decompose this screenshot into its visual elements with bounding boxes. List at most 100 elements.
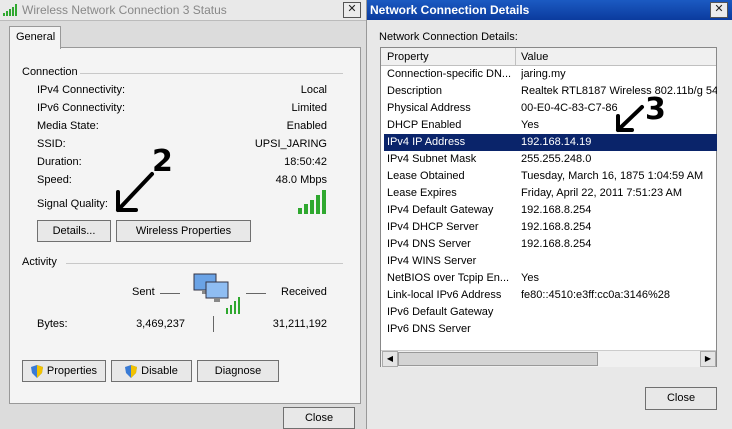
properties-button[interactable]: Properties — [22, 360, 106, 382]
status-window: Wireless Network Connection 3 Status ✕ G… — [0, 0, 367, 429]
value-cell: Tuesday, March 16, 1875 1:04:59 AM — [521, 170, 704, 182]
list-item[interactable]: DHCP Enabled Yes — [384, 117, 717, 134]
details-button[interactable]: Details... — [37, 220, 111, 242]
property-cell: IPv4 Default Gateway — [387, 204, 494, 216]
shield-icon — [30, 364, 43, 378]
ssid-label: SSID: — [37, 138, 66, 150]
media-state-label: Media State: — [37, 120, 99, 132]
ssid-value: UPSI_JARING — [254, 138, 327, 150]
column-header-value[interactable]: Value — [521, 51, 548, 63]
disable-button[interactable]: Disable — [111, 360, 192, 382]
list-item[interactable]: IPv4 Default Gateway 192.168.8.254 — [384, 202, 717, 219]
scroll-left-button[interactable]: ◀ — [382, 351, 398, 367]
property-cell: IPv4 DNS Server — [387, 238, 471, 250]
activity-divider — [66, 263, 343, 264]
activity-heading: Activity — [22, 256, 57, 268]
value-cell: 192.168.8.254 — [521, 221, 592, 233]
property-cell: IPv4 WINS Server — [387, 255, 477, 267]
sent-line — [160, 293, 180, 294]
value-cell: Realtek RTL8187 Wireless 802.11b/g 54 — [521, 85, 717, 97]
connection-divider — [80, 73, 343, 74]
received-label: Received — [281, 286, 327, 298]
annotation-arrow-3-icon — [616, 105, 644, 132]
list-item[interactable]: IPv4 WINS Server — [384, 253, 717, 270]
list-item[interactable]: Lease Obtained Tuesday, March 16, 1875 1:… — [384, 168, 717, 185]
bytes-received-value: 31,211,192 — [272, 318, 327, 330]
received-line — [246, 293, 266, 294]
list-item[interactable]: IPv6 DNS Server — [384, 321, 717, 338]
bytes-divider — [213, 316, 214, 332]
tab-general-label: General — [16, 31, 56, 43]
status-titlebar[interactable]: Wireless Network Connection 3 Status — [0, 0, 366, 21]
details-close-button[interactable]: Close — [645, 387, 717, 410]
property-cell: IPv6 Default Gateway — [387, 306, 494, 318]
value-cell: fe80::4510:e3ff:cc0a:3146%28 — [521, 289, 671, 301]
list-item[interactable]: IPv4 Subnet Mask 255.255.248.0 — [384, 151, 717, 168]
scroll-thumb[interactable] — [398, 352, 598, 366]
list-item[interactable]: Lease Expires Friday, April 22, 2011 7:51… — [384, 185, 717, 202]
details-titlebar[interactable]: Network Connection Details — [367, 0, 732, 20]
value-cell: Yes — [521, 272, 539, 284]
list-item[interactable]: IPv4 DNS Server 192.168.8.254 — [384, 236, 717, 253]
value-cell: Friday, April 22, 2011 7:51:23 AM — [521, 187, 683, 199]
property-cell: NetBIOS over Tcpip En... — [387, 272, 510, 284]
media-state-value: Enabled — [286, 120, 327, 132]
property-cell: Description — [387, 85, 443, 97]
ipv6-connectivity-label: IPv6 Connectivity: — [37, 102, 126, 114]
property-cell: Lease Expires — [387, 187, 457, 199]
property-cell: IPv4 DHCP Server — [387, 221, 479, 233]
connection-heading: Connection — [22, 66, 78, 78]
property-cell: Link-local IPv6 Address — [387, 289, 502, 301]
value-cell: 192.168.8.254 — [521, 238, 592, 250]
list-item[interactable]: NetBIOS over Tcpip En... Yes — [384, 270, 717, 287]
status-close-button[interactable]: Close — [283, 407, 355, 429]
list-item[interactable]: Description Realtek RTL8187 Wireless 802.… — [384, 83, 717, 100]
signal-quality-label: Signal Quality: — [37, 198, 108, 210]
tab-general[interactable]: General — [9, 26, 61, 49]
ipv6-connectivity-value: Limited — [291, 102, 327, 114]
wireless-properties-button[interactable]: Wireless Properties — [116, 220, 251, 242]
ipv4-connectivity-label: IPv4 Connectivity: — [37, 84, 126, 96]
property-cell: IPv4 IP Address — [387, 136, 466, 148]
annotation-arrow-2-icon — [116, 172, 154, 212]
status-close-icon[interactable]: ✕ — [343, 2, 361, 18]
sent-label: Sent — [132, 286, 155, 298]
network-computers-icon — [193, 273, 240, 314]
property-cell: IPv4 Subnet Mask — [387, 153, 477, 165]
details-close-icon[interactable]: ✕ — [710, 2, 728, 18]
value-cell: 255.255.248.0 — [521, 153, 592, 165]
column-separator[interactable] — [515, 48, 516, 65]
column-header-property[interactable]: Property — [387, 51, 429, 63]
details-subtitle: Network Connection Details: — [379, 31, 518, 43]
diagnose-button[interactable]: Diagnose — [197, 360, 279, 382]
list-item[interactable]: Connection-specific DN... jaring.my — [384, 66, 717, 83]
bytes-sent-value: 3,469,237 — [136, 318, 185, 330]
bytes-label: Bytes: — [37, 318, 68, 330]
value-cell: 192.168.8.254 — [521, 204, 592, 216]
ipv4-connectivity-value: Local — [300, 84, 327, 96]
value-cell: jaring.my — [521, 68, 566, 80]
duration-label: Duration: — [37, 156, 82, 168]
annotation-3: 3 — [645, 92, 666, 127]
property-cell: Physical Address — [387, 102, 471, 114]
duration-value: 18:50:42 — [284, 156, 327, 168]
list-item[interactable]: IPv4 DHCP Server 192.168.8.254 — [384, 219, 717, 236]
list-item[interactable]: Link-local IPv6 Address fe80::4510:e3ff:c… — [384, 287, 717, 304]
shield-icon — [125, 364, 138, 378]
list-item[interactable]: IPv6 Default Gateway — [384, 304, 717, 321]
property-cell: IPv6 DNS Server — [387, 323, 471, 335]
property-cell: Connection-specific DN... — [387, 68, 512, 80]
list-item[interactable]: Physical Address 00-E0-4C-83-C7-86 — [384, 100, 717, 117]
list-item-selected[interactable]: IPv4 IP Address 192.168.14.19 — [384, 134, 717, 151]
details-list-header — [381, 48, 716, 66]
scroll-right-button[interactable]: ▶ — [700, 351, 716, 367]
properties-label: Properties — [46, 365, 98, 377]
signal-quality-icon — [298, 190, 326, 214]
property-cell: DHCP Enabled — [387, 119, 462, 131]
signal-icon — [3, 4, 17, 16]
speed-value: 48.0 Mbps — [275, 174, 327, 186]
property-cell: Lease Obtained — [387, 170, 465, 182]
annotation-2: 2 — [152, 144, 173, 179]
details-window-title: Network Connection Details — [370, 3, 530, 17]
speed-label: Speed: — [37, 174, 72, 186]
